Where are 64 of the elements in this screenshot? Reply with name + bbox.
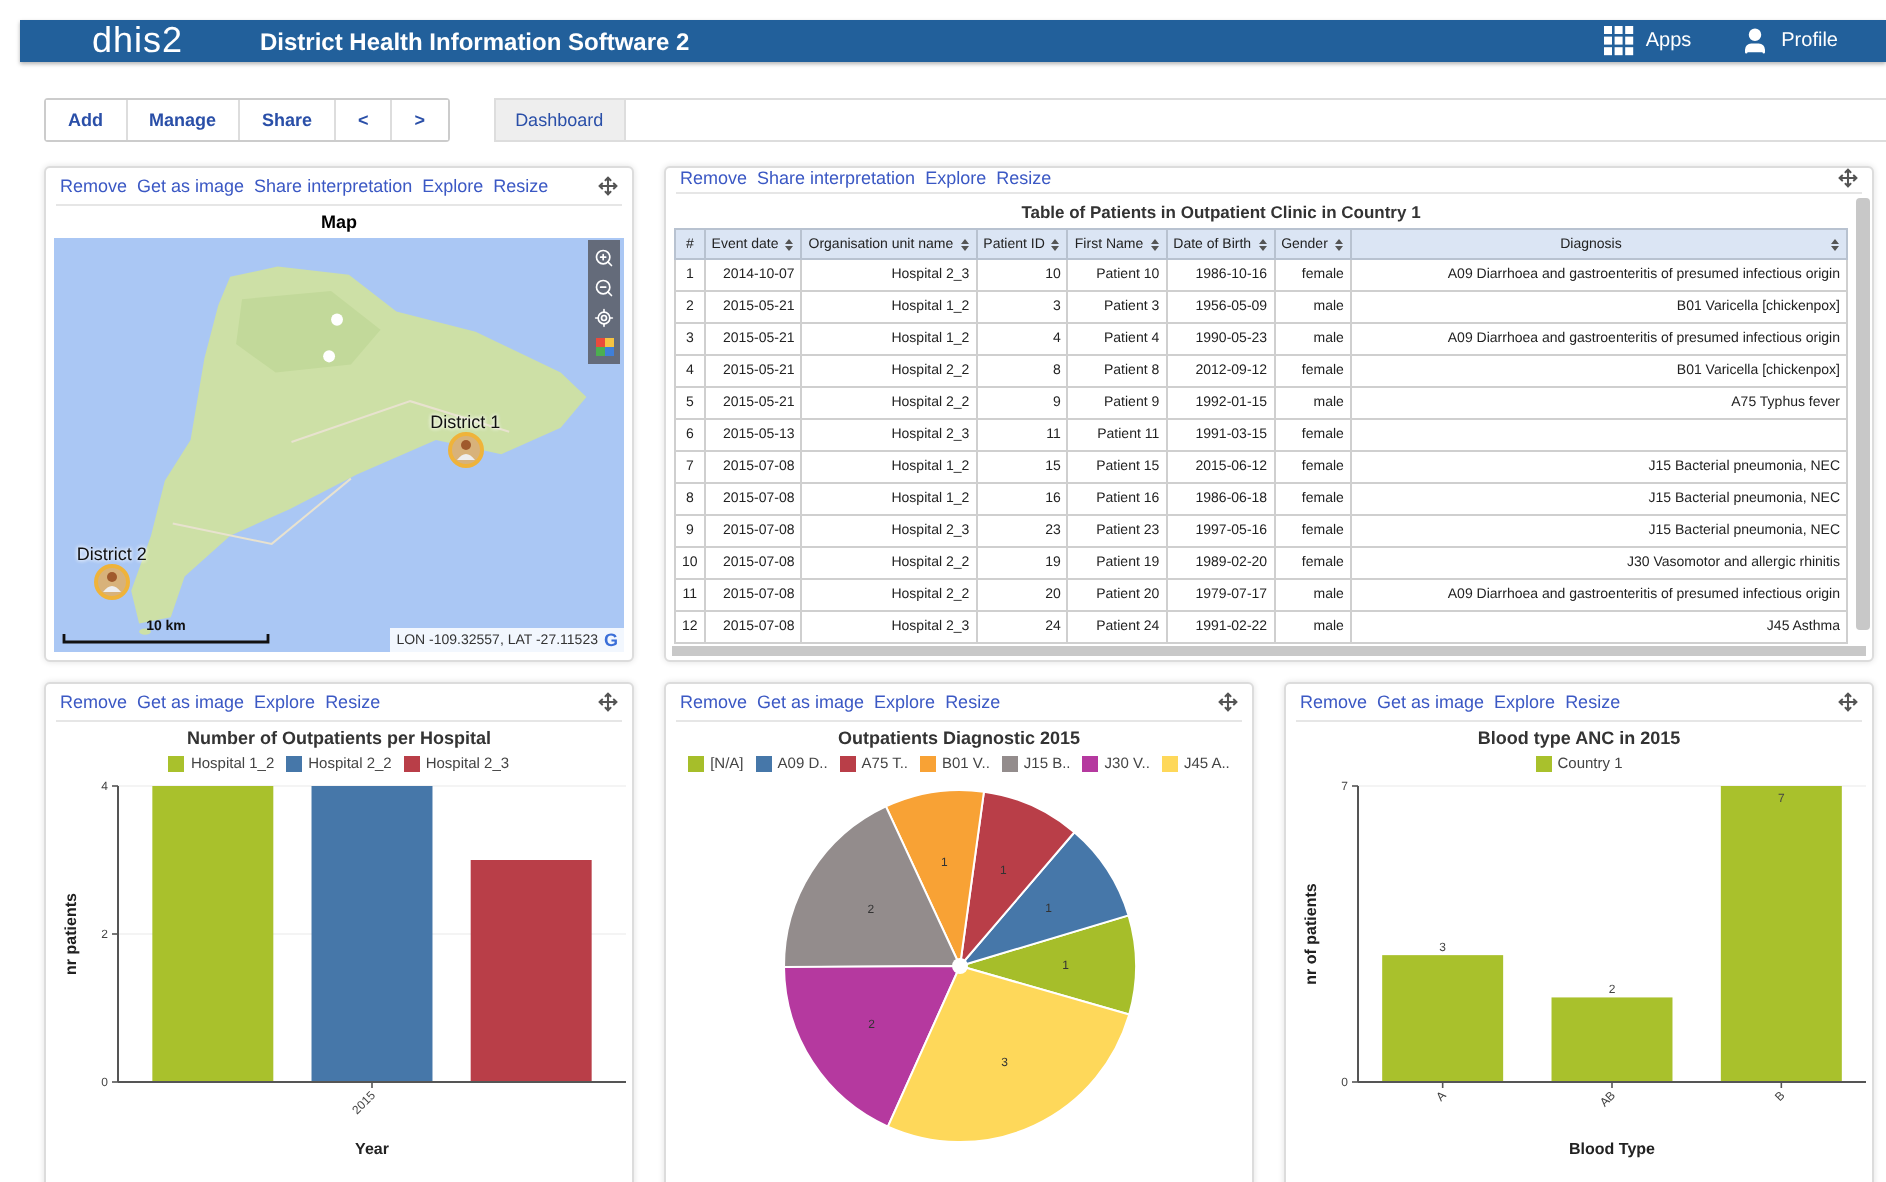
pie-slice[interactable] <box>783 965 961 1128</box>
widget-action-link[interactable]: Share interpretation <box>757 168 916 188</box>
apps-grid-icon <box>1603 26 1634 56</box>
widget-action-link[interactable]: Remove <box>680 692 748 712</box>
widget-action-link[interactable]: Get as image <box>137 692 245 712</box>
header-menu-item[interactable]: Profile <box>1739 26 1838 56</box>
widget-action-link[interactable]: Resize <box>945 692 1001 712</box>
sort-icon[interactable] <box>959 237 970 251</box>
marker-label: District 2 <box>76 544 147 565</box>
dashboard-tab[interactable]: Dashboard <box>495 100 626 140</box>
widget-action-link[interactable]: Remove <box>1300 692 1368 712</box>
widget-action-link[interactable]: Explore <box>1494 692 1556 712</box>
y-axis-title: nr patients <box>62 893 80 975</box>
sort-icon[interactable] <box>1830 237 1840 251</box>
vertical-scrollbar[interactable] <box>1856 198 1870 630</box>
widget-action-link[interactable]: Resize <box>325 692 381 712</box>
toolbar-button[interactable]: > <box>390 100 448 140</box>
logo[interactable]: dhis2 <box>92 20 260 62</box>
widget-action-link[interactable]: Explore <box>254 692 316 712</box>
app-title: District Health Information Software 2 <box>260 27 692 55</box>
person-marker-icon[interactable] <box>93 564 130 601</box>
move-icon[interactable] <box>598 176 618 196</box>
zoom-out-icon[interactable] <box>594 278 614 298</box>
sort-icon[interactable] <box>784 237 795 251</box>
header-menu-item[interactable]: Apps <box>1603 26 1692 56</box>
x-axis-title: Blood Type <box>1569 1140 1655 1158</box>
map-title: Map <box>319 210 359 236</box>
widget-action-link[interactable]: Explore <box>874 692 936 712</box>
widget-action-link[interactable]: Get as image <box>1377 692 1485 712</box>
y-axis-title: nr of patients <box>1302 883 1320 985</box>
pie-slice[interactable] <box>783 805 961 969</box>
layers-icon[interactable] <box>595 338 613 356</box>
move-icon[interactable] <box>1838 692 1858 712</box>
sort-icon[interactable] <box>1149 237 1160 251</box>
marker-label: District 1 <box>430 411 501 432</box>
sort-icon[interactable] <box>1050 237 1061 251</box>
sort-icon[interactable] <box>1333 237 1344 251</box>
scale-bar-icon <box>62 634 270 644</box>
widget-action-link[interactable]: Resize <box>493 176 549 196</box>
sort-icon[interactable] <box>1257 237 1268 251</box>
widget-action-link[interactable]: Get as image <box>137 176 245 196</box>
widget-action-link[interactable]: Resize <box>1565 692 1621 712</box>
widget-action-link[interactable]: Share interpretation <box>254 176 413 196</box>
chart-title: Outpatients Diagnostic 2015 <box>835 728 1083 748</box>
zoom-in-icon[interactable] <box>594 248 614 268</box>
widget-action-link[interactable]: Remove <box>60 176 128 196</box>
widget-action-link[interactable]: Get as image <box>757 692 865 712</box>
x-axis-title: Year <box>355 1140 389 1158</box>
widget-action-link[interactable]: Remove <box>680 168 748 188</box>
chart-title: Number of Outpatients per Hospital <box>184 728 493 748</box>
widget-action-link[interactable]: Explore <box>422 176 484 196</box>
table-title: Table of Patients in Outpatient Clinic in Country 1 <box>1019 200 1423 226</box>
move-icon[interactable] <box>1218 692 1238 712</box>
profile-icon <box>1739 26 1770 56</box>
locate-icon[interactable] <box>594 308 614 328</box>
widget-action-link[interactable]: Remove <box>60 692 128 712</box>
horizontal-scrollbar[interactable] <box>672 646 1866 656</box>
attribution-mark: G <box>603 630 618 650</box>
chart-title: Blood type ANC in 2015 <box>1475 728 1683 748</box>
widget-action-link[interactable]: Explore <box>925 168 987 188</box>
move-icon[interactable] <box>598 692 618 712</box>
pie-slice[interactable] <box>886 965 1131 1143</box>
widget-action-link[interactable]: Resize <box>996 168 1052 188</box>
move-icon[interactable] <box>1838 168 1858 188</box>
